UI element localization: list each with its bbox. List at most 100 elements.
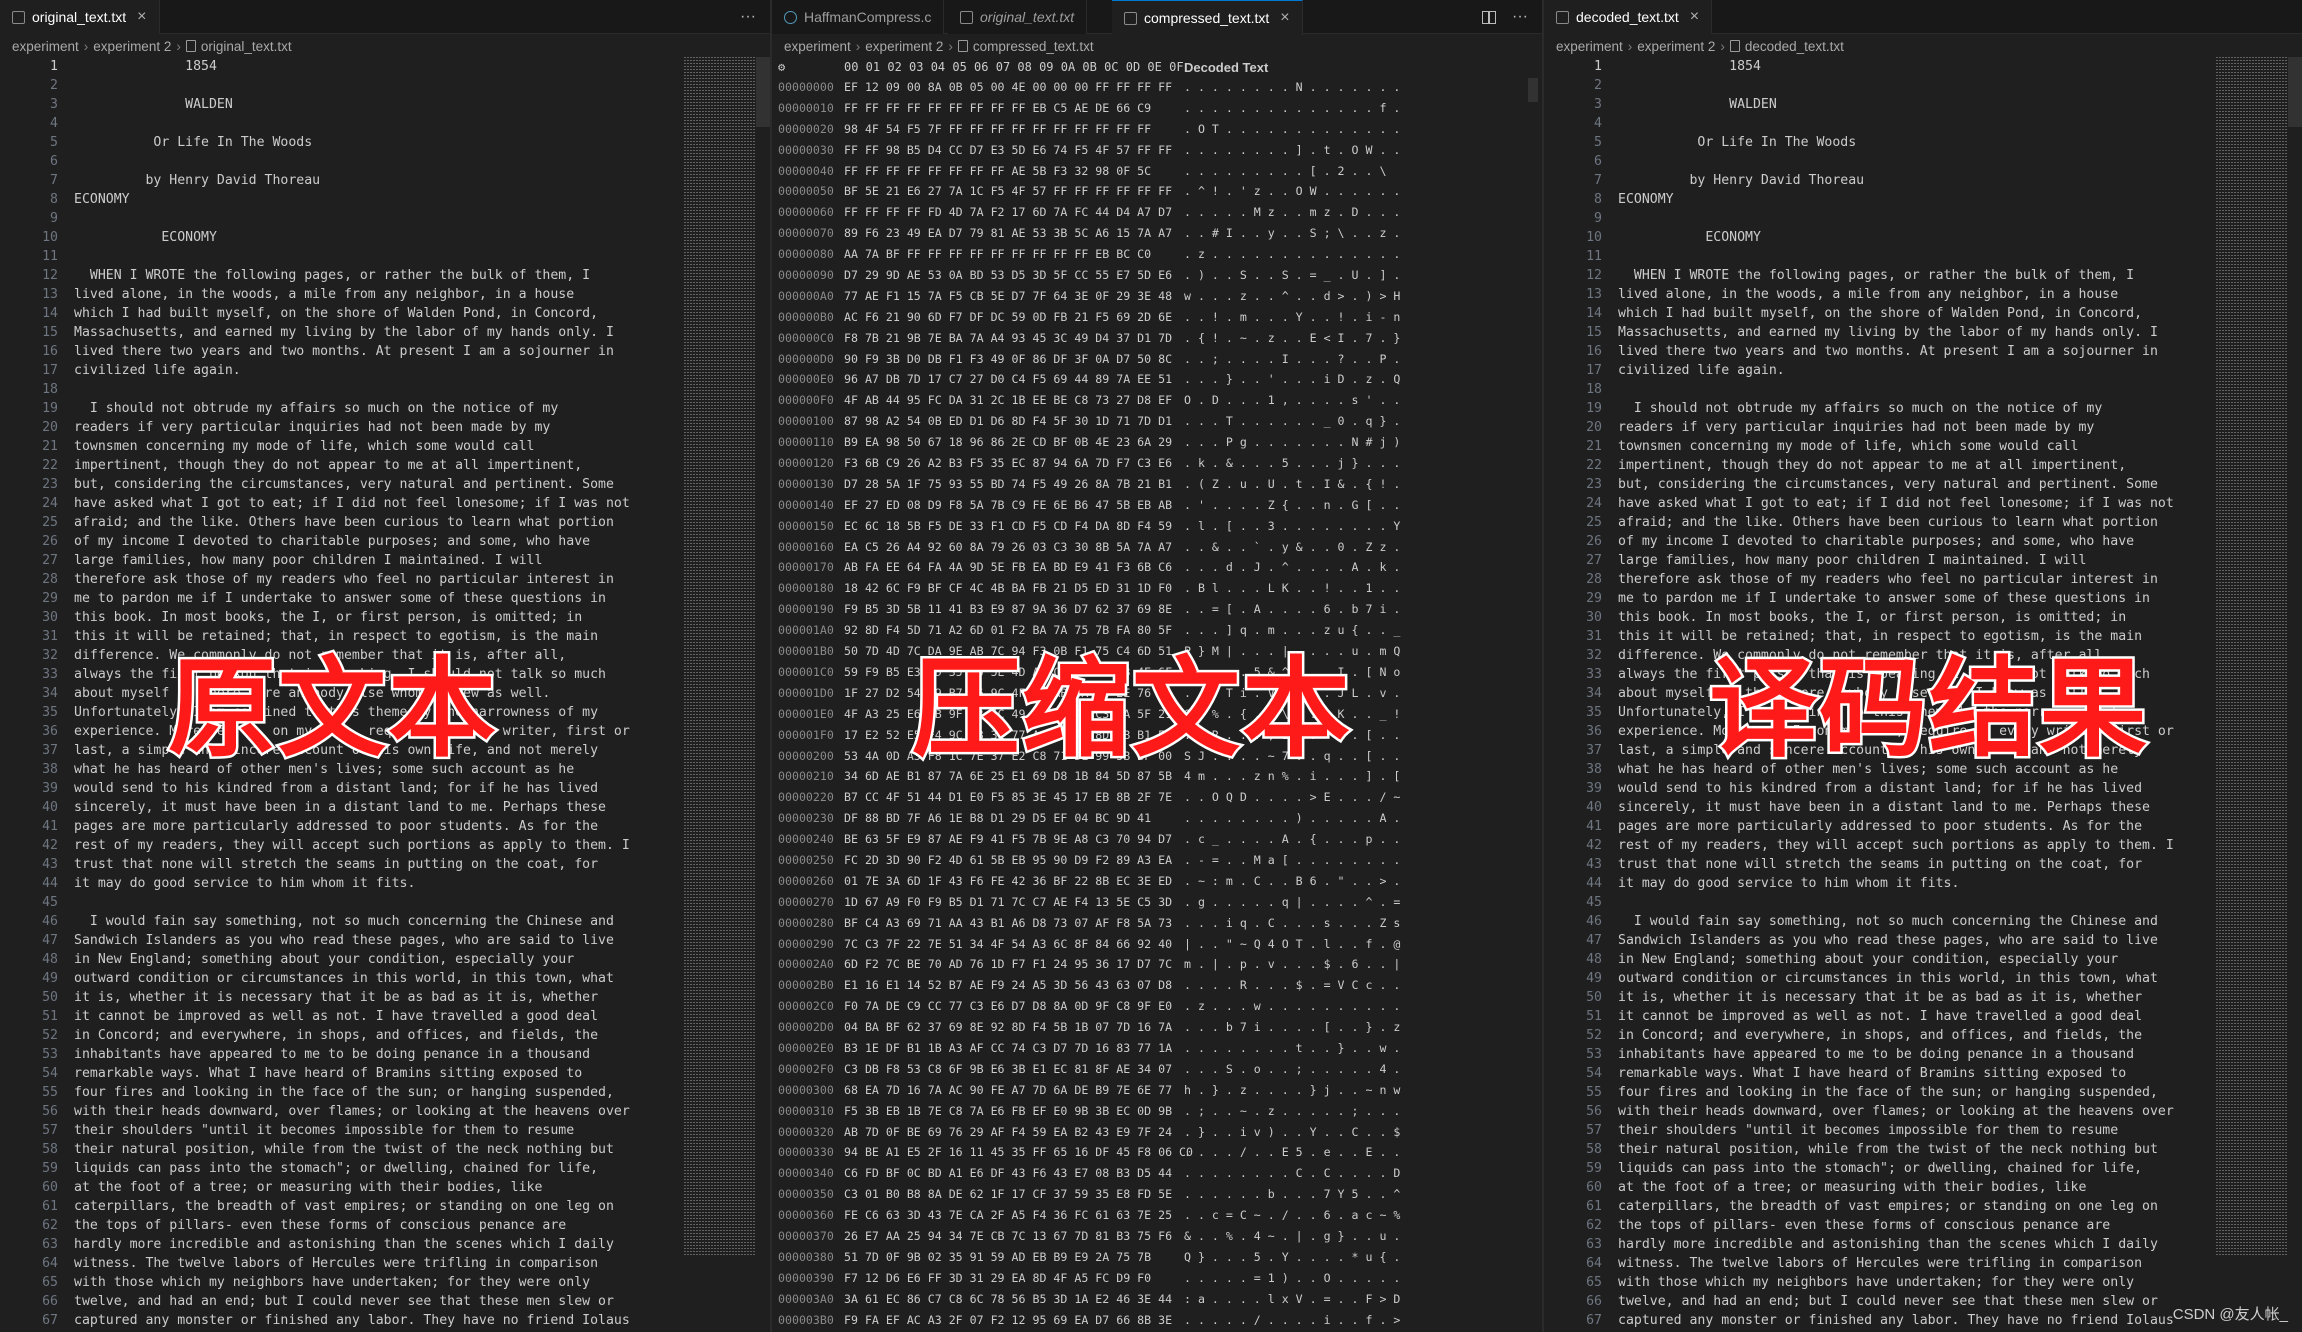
tab-haffman-compress[interactable]: HaffmanCompress.c xyxy=(772,0,945,34)
split-editor-icon[interactable] xyxy=(1482,10,1497,24)
hex-row[interactable]: 00000360 FE C6 63 3D 43 7E CA 2F A5 F4 36… xyxy=(772,1205,1542,1226)
hex-row[interactable]: 00000130 D7 28 5A 1F 75 93 55 BD 74 F5 49… xyxy=(772,474,1542,495)
tab-original-text-preview[interactable]: original_text.txt xyxy=(948,0,1088,34)
hex-row[interactable]: 00000230 DF 88 BD 7F A6 1E B8 D1 29 D5 EF… xyxy=(772,808,1542,829)
more-actions-icon[interactable]: ··· xyxy=(740,8,756,26)
breadcrumb-item[interactable]: experiment 2 xyxy=(865,39,943,54)
breadcrumb-item[interactable]: decoded_text.txt xyxy=(1745,39,1844,54)
hex-row[interactable]: 00000090 D7 29 9D AE 53 0A BD 53 D5 3D 5F… xyxy=(772,265,1542,286)
hex-row[interactable]: 00000040 FF FF FF FF FF FF FF FF AE 5B F3… xyxy=(772,161,1542,182)
close-icon[interactable]: × xyxy=(137,8,146,26)
tab-decoded-text[interactable]: decoded_text.txt × xyxy=(1544,0,1713,34)
breadcrumb-item[interactable]: experiment 2 xyxy=(93,39,171,54)
hex-row[interactable]: 00000240 BE 63 5F E9 87 AE F9 41 F5 7B 9E… xyxy=(772,829,1542,850)
breadcrumb-item[interactable]: experiment xyxy=(1556,39,1623,54)
hex-row[interactable]: 000003A0 3A 61 EC 86 C7 C8 6C 78 56 B5 3D… xyxy=(772,1289,1542,1310)
hex-row[interactable]: 00000010 FF FF FF FF FF FF FF FF FF EB C5… xyxy=(772,98,1542,119)
hex-row[interactable]: 00000350 C3 01 B0 B8 8A DE 62 1F 17 CF 37… xyxy=(772,1184,1542,1205)
hex-row[interactable]: 00000190 F9 B5 3D 5B 11 41 B3 E9 87 9A 36… xyxy=(772,599,1542,620)
hex-row[interactable]: 00000300 68 EA 7D 16 7A AC 90 FE A7 7D 6A… xyxy=(772,1080,1542,1101)
hex-row[interactable]: 00000330 94 BE A1 E5 2F 16 11 45 35 FF 65… xyxy=(772,1142,1542,1163)
hex-row[interactable]: 00000270 1D 67 A9 F0 F9 B5 D1 71 7C C7 AE… xyxy=(772,892,1542,913)
code-line: four fires and looking in the face of th… xyxy=(1618,1085,2158,1100)
hex-row[interactable]: 00000070 89 F6 23 49 EA D7 79 81 AE 53 3B… xyxy=(772,223,1542,244)
hex-row[interactable]: 00000060 FF FF FF FF FD 4D 7A F2 17 6D 7A… xyxy=(772,202,1542,223)
scrollbar-thumb[interactable] xyxy=(2288,57,2302,127)
hex-row[interactable]: 00000220 B7 CC 4F 51 44 D1 E0 F5 85 3E 45… xyxy=(772,787,1542,808)
hex-row[interactable]: 00000160 EA C5 26 A4 92 60 8A 79 26 03 C3… xyxy=(772,537,1542,558)
breadcrumb-item[interactable]: experiment xyxy=(784,39,851,54)
hex-decoded-text: . . . T . . . . . . _ 0 . q } . xyxy=(1184,414,1401,429)
tab-original-text[interactable]: original_text.txt × xyxy=(0,0,160,34)
hex-row[interactable]: 00000250 FC 2D 3D 90 F2 4D 61 5B EB 95 90… xyxy=(772,850,1542,871)
hex-row[interactable]: 00000150 EC 6C 18 5B F5 DE 33 F1 CD F5 CD… xyxy=(772,516,1542,537)
hex-row[interactable]: 000000B0 AC F6 21 90 6D F7 DF DC 59 0D FB… xyxy=(772,307,1542,328)
watermark: CSDN @友人帐_ xyxy=(2172,1306,2288,1323)
hex-row[interactable]: 000002B0 E1 16 E1 14 52 B7 AE F9 24 A5 3D… xyxy=(772,975,1542,996)
line-number: 28 xyxy=(42,572,58,587)
hex-row[interactable]: 00000080 AA 7A BF FF FF FF FF FF FF FF FF… xyxy=(772,244,1542,265)
hex-decoded-text: . ' . . . . Z { . . n . G [ . . xyxy=(1184,497,1401,512)
line-number: 40 xyxy=(42,800,58,815)
code-line: Or Life In The Woods xyxy=(74,135,313,150)
hex-row[interactable]: 00000370 26 E7 AA 25 94 34 7E CB 7C 13 67… xyxy=(772,1226,1542,1247)
close-icon[interactable]: × xyxy=(1280,9,1289,27)
line-number: 10 xyxy=(1586,230,1602,245)
hex-row[interactable]: 00000290 7C C3 7F 22 7E 51 34 4F 54 A3 6C… xyxy=(772,934,1542,955)
scrollbar-thumb[interactable] xyxy=(1528,78,1538,102)
hex-row[interactable]: 000002D0 04 BA BF 62 37 69 8E 92 8D F4 5B… xyxy=(772,1017,1542,1038)
hex-row[interactable]: 00000380 51 7D 0F 9B 02 35 91 59 AD EB B9… xyxy=(772,1247,1542,1268)
line-number: 34 xyxy=(42,686,58,701)
breadcrumb-item[interactable]: experiment 2 xyxy=(1637,39,1715,54)
hex-row[interactable]: 00000260 01 7E 3A 6D 1F 43 F6 FE 42 36 BF… xyxy=(772,871,1542,892)
hex-row[interactable]: 000002F0 C3 DB F8 53 C8 6F 9B E6 3B E1 EC… xyxy=(772,1059,1542,1080)
breadcrumb-item[interactable]: experiment xyxy=(12,39,79,54)
breadcrumb-item[interactable]: compressed_text.txt xyxy=(973,39,1094,54)
hex-row[interactable]: 000002A0 6D F2 7C BE 70 AD 76 1D F7 F1 24… xyxy=(772,954,1542,975)
scrollbar-thumb[interactable] xyxy=(756,57,770,127)
hex-row[interactable]: 00000320 AB 7D 0F BE 69 76 29 AF F4 59 EA… xyxy=(772,1122,1542,1143)
hex-decoded-text: . . O Q D . . . . > E . . . / ~ xyxy=(1184,790,1401,805)
hex-row[interactable]: 000000E0 96 A7 DB 7D 17 C7 27 D0 C4 F5 69… xyxy=(772,369,1542,390)
hex-decoded-text: . . = [ . A . . . . 6 . b 7 i . xyxy=(1184,602,1401,617)
minimap[interactable] xyxy=(684,57,756,1257)
hex-row[interactable]: 00000280 BF C4 A3 69 71 AA 43 B1 A6 D8 73… xyxy=(772,913,1542,934)
hex-row[interactable]: 000000C0 F8 7B 21 9B 7E BA 7A A4 93 45 3C… xyxy=(772,328,1542,349)
more-actions-icon[interactable]: ··· xyxy=(1512,8,1528,26)
hex-row[interactable]: 00000000 EF 12 09 00 8A 0B 05 00 4E 00 00… xyxy=(772,77,1542,98)
hex-row[interactable]: 000002C0 F0 7A DE C9 CC 77 C3 E6 D7 D8 8A… xyxy=(772,996,1542,1017)
hex-row[interactable]: 00000180 18 42 6C F9 BF CF 4C 4B BA FB 21… xyxy=(772,578,1542,599)
hex-row[interactable]: 000001A0 92 8D F4 5D 71 A2 6D 01 F2 BA 7A… xyxy=(772,620,1542,641)
minimap[interactable] xyxy=(2216,57,2288,1257)
hex-row[interactable]: 00000140 EF 27 ED 08 D9 F8 5A 7B C9 FE 6E… xyxy=(772,495,1542,516)
hex-row[interactable]: 00000170 AB FA EE 64 FA 4A 9D 5E FB EA BD… xyxy=(772,557,1542,578)
hex-offset: 00000060 xyxy=(778,205,834,220)
line-number: 24 xyxy=(1586,496,1602,511)
hex-row[interactable]: 00000340 C6 FD BF 0C BD A1 E6 DF 43 F6 43… xyxy=(772,1163,1542,1184)
hex-row[interactable]: 00000120 F3 6B C9 26 A2 B3 F5 35 EC 87 94… xyxy=(772,453,1542,474)
hex-row[interactable]: 000000F0 4F AB 44 95 FC DA 31 2C 1B EE BE… xyxy=(772,390,1542,411)
line-number: 45 xyxy=(42,895,58,910)
hex-row[interactable]: 00000100 87 98 A2 54 0B ED D1 D6 8D F4 5F… xyxy=(772,411,1542,432)
hex-row[interactable]: 00000030 FF FF 98 B5 D4 CC D7 E3 5D E6 74… xyxy=(772,140,1542,161)
line-number: 30 xyxy=(42,610,58,625)
line-number: 14 xyxy=(42,306,58,321)
hex-row[interactable]: 00000310 F5 3B EB 1B 7E C8 7A E6 FB EF E0… xyxy=(772,1101,1542,1122)
hex-row[interactable]: 000000A0 77 AE F1 15 7A F5 CB 5E D7 7F 64… xyxy=(772,286,1542,307)
hex-offset: 000001C0 xyxy=(778,664,834,679)
hex-row[interactable]: 00000390 F7 12 D6 E6 FF 3D 31 29 EA 8D 4F… xyxy=(772,1268,1542,1289)
hex-row[interactable]: 00000050 BF 5E 21 E6 27 7A 1C F5 4F 57 FF… xyxy=(772,181,1542,202)
hex-row[interactable]: 00000020 98 4F 54 F5 7F FF FF FF FF FF FF… xyxy=(772,119,1542,140)
hex-row[interactable]: 000003B0 F9 FA EF AC A3 2F 07 F2 12 95 69… xyxy=(772,1310,1542,1331)
tab-compressed-text[interactable]: compressed_text.txt × xyxy=(1112,0,1303,35)
line-number: 13 xyxy=(1586,287,1602,302)
breadcrumb-item[interactable]: original_text.txt xyxy=(201,39,292,54)
line-number: 37 xyxy=(1586,743,1602,758)
hex-row[interactable]: 000000D0 90 F9 3B D0 DB F1 F3 49 0F 86 DF… xyxy=(772,349,1542,370)
close-icon[interactable]: × xyxy=(1690,8,1699,26)
hex-row[interactable]: 000002E0 B3 1E DF B1 1B A3 AF CC 74 C3 D7… xyxy=(772,1038,1542,1059)
hex-offset: 00000030 xyxy=(778,142,834,157)
hex-row[interactable]: 00000110 B9 EA 98 50 67 18 96 86 2E CD BF… xyxy=(772,432,1542,453)
line-number: 47 xyxy=(42,933,58,948)
gear-icon[interactable]: ⚙ xyxy=(778,60,785,74)
